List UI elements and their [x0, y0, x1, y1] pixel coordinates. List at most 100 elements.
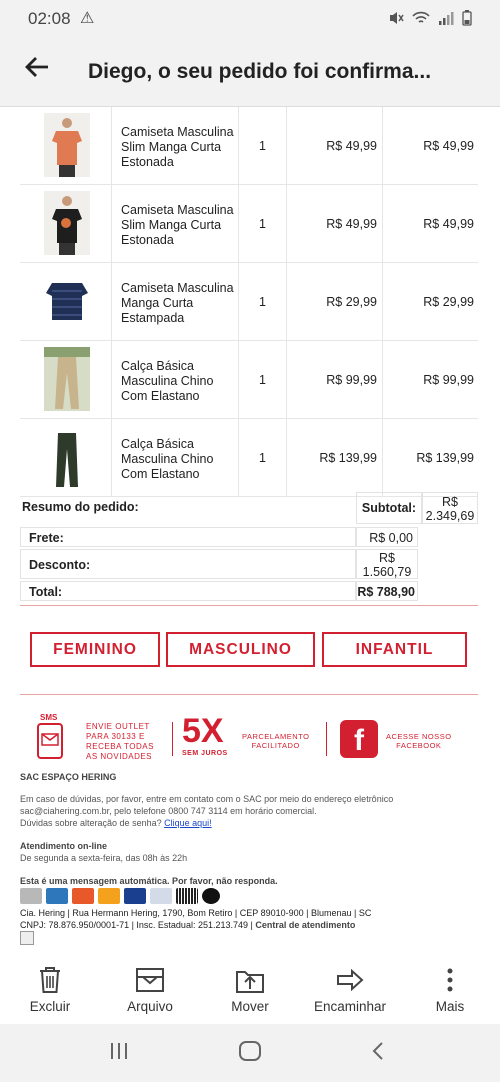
product-name[interactable]: Calça Básica Masculina Chino Com Elastan…: [112, 341, 239, 418]
status-icons: [388, 9, 472, 26]
product-name[interactable]: Camiseta Masculina Slim Manga Curta Esto…: [112, 185, 239, 262]
more-label: Mais: [435, 999, 465, 1014]
sac-title: SAC ESPAÇO HERING: [20, 772, 117, 782]
product-price: R$ 29,99: [287, 263, 383, 340]
product-thumbnail[interactable]: [44, 269, 90, 333]
frete-row: Frete:: [20, 527, 356, 547]
company-line-1: Cia. Hering | Rua Hermann Hering, 1790, …: [20, 908, 372, 918]
outlet-line-3: RECEBA TODAS: [86, 742, 154, 751]
back-arrow-icon[interactable]: [22, 52, 52, 90]
sac-info: Em caso de dúvidas, por favor, entre em …: [20, 793, 460, 829]
system-nav-bar: [0, 1024, 500, 1082]
email-body[interactable]: Camiseta Masculina Slim Manga Curta Esto…: [0, 107, 500, 957]
subtotal-value-box: R$ 2.349,69: [422, 492, 478, 524]
divider: [20, 605, 478, 606]
product-qty: 1: [239, 341, 287, 418]
signal-icon: [439, 12, 454, 26]
outlet-line-2: PARA 30133 E: [86, 732, 145, 741]
subtotal-label: Subtotal:: [361, 501, 417, 515]
clique-aqui-link[interactable]: Clique aqui!: [164, 818, 212, 828]
visa-icon: [124, 888, 146, 904]
delete-button[interactable]: Excluir: [5, 965, 95, 1014]
facebook-text[interactable]: ACESSE NOSSO FACEBOOK: [386, 732, 452, 750]
forward-button[interactable]: Encaminhar: [305, 965, 395, 1014]
outlet-promo-text: ENVIE OUTLET PARA 30133 E RECEBA TODAS A…: [86, 722, 154, 762]
frete-label: Frete:: [29, 531, 64, 545]
recent-apps-icon[interactable]: [108, 1040, 130, 1068]
parcelamento-line-2: FACILITADO: [251, 741, 300, 750]
product-name[interactable]: Camiseta Masculina Manga Curta Estampada: [112, 263, 239, 340]
product-thumbnail[interactable]: [44, 191, 90, 255]
hipercard-icon: [150, 888, 172, 904]
back-icon[interactable]: [370, 1040, 386, 1068]
product-image-cell: [20, 185, 112, 262]
product-thumbnail[interactable]: [44, 113, 90, 177]
wifi-icon: [412, 12, 430, 23]
subtotal-value: 2.349,69: [425, 509, 475, 523]
delete-label: Excluir: [29, 999, 71, 1014]
infantil-button[interactable]: INFANTIL: [322, 632, 467, 667]
product-price: R$ 99,99: [287, 341, 383, 418]
parcelamento-line-1: PARCELAMENTO: [242, 732, 310, 741]
desconto-value-box: R$ 1.560,79: [356, 549, 418, 579]
sac-text-1: Em caso de dúvidas, por favor, entre em …: [20, 794, 394, 804]
outlet-line-4: AS NOVIDADES: [86, 752, 153, 761]
product-qty: 1: [239, 107, 287, 184]
product-thumbnail[interactable]: [44, 347, 90, 411]
auto-message: Esta é uma mensagem automática. Por favo…: [20, 876, 278, 886]
elo-icon: [202, 888, 220, 904]
product-name[interactable]: Calça Básica Masculina Chino Com Elastan…: [112, 419, 239, 496]
home-icon[interactable]: [238, 1040, 262, 1068]
product-total: R$ 49,99: [423, 138, 474, 153]
mastercard-icon: [98, 888, 120, 904]
product-image-cell: [20, 341, 112, 418]
product-image-cell: [20, 263, 112, 340]
facebook-line-2: FACEBOOK: [396, 741, 442, 750]
product-qty: 1: [239, 185, 287, 262]
table-row: Camiseta Masculina Manga Curta Estampada…: [20, 263, 478, 341]
central-atendimento-link[interactable]: Central de atendimento: [255, 920, 355, 930]
archive-icon: [136, 968, 164, 992]
product-name[interactable]: Camiseta Masculina Slim Manga Curta Esto…: [112, 107, 239, 184]
card-generic-icon: [20, 888, 42, 904]
online-title: Atendimento on-line: [20, 841, 107, 851]
subtotal-currency: R$: [442, 495, 458, 509]
move-label: Mover: [231, 999, 269, 1014]
sac-text-2: sac@ciahering.com.br, pelo telefone 0800…: [20, 806, 317, 816]
product-price: R$ 49,99: [287, 185, 383, 262]
table-row: Calça Básica Masculina Chino Com Elastan…: [20, 341, 478, 419]
masculino-button[interactable]: MASCULINO: [166, 632, 315, 667]
sac-text-3: Dúvidas sobre alteração de senha?: [20, 818, 162, 828]
status-bar: 02:08 ⚠: [0, 0, 500, 40]
online-text: De segunda a sexta-feira, das 08h às 22h: [20, 853, 188, 863]
outlet-line-1: ENVIE OUTLET: [86, 722, 150, 731]
desconto-row: Desconto:: [20, 549, 356, 579]
more-button[interactable]: Mais: [405, 965, 495, 1014]
table-row: Camiseta Masculina Slim Manga Curta Esto…: [20, 185, 478, 263]
product-thumbnail[interactable]: [44, 425, 90, 489]
email-action-bar: Excluir Arquivo Mover Encaminhar Mais: [0, 957, 500, 1023]
facebook-icon[interactable]: f: [340, 720, 378, 758]
trash-icon: [40, 967, 60, 993]
company-line-2-wrap: CNPJ: 78.876.950/0001-71 | Insc. Estadua…: [20, 919, 460, 931]
forward-label: Encaminhar: [313, 999, 387, 1014]
amex-icon: [46, 888, 68, 904]
archive-button[interactable]: Arquivo: [105, 965, 195, 1014]
promo-banner[interactable]: SMS ENVIE OUTLET PARA 30133 E RECEBA TOD…: [20, 712, 478, 767]
company-line-2: CNPJ: 78.876.950/0001-71 | Insc. Estadua…: [20, 920, 253, 930]
product-image-cell: [20, 107, 112, 184]
move-icon: [236, 971, 264, 993]
total-value-box: R$ 788,90: [356, 581, 418, 601]
move-button[interactable]: Mover: [205, 965, 295, 1014]
forward-icon: [337, 969, 364, 991]
archive-label: Arquivo: [127, 999, 173, 1014]
desconto-label: Desconto:: [29, 558, 91, 572]
sac-text-3-line: Dúvidas sobre alteração de senha? Clique…: [20, 817, 460, 829]
frete-value: R$ 0,00: [369, 531, 413, 545]
product-total: R$ 49,99: [423, 216, 474, 231]
email-subject: Diego, o seu pedido foi confirma...: [88, 60, 432, 83]
feminino-button[interactable]: FEMININO: [30, 632, 160, 667]
product-total: R$ 29,99: [423, 294, 474, 309]
desconto-value: 1.560,79: [362, 565, 412, 579]
divider: [20, 694, 478, 695]
